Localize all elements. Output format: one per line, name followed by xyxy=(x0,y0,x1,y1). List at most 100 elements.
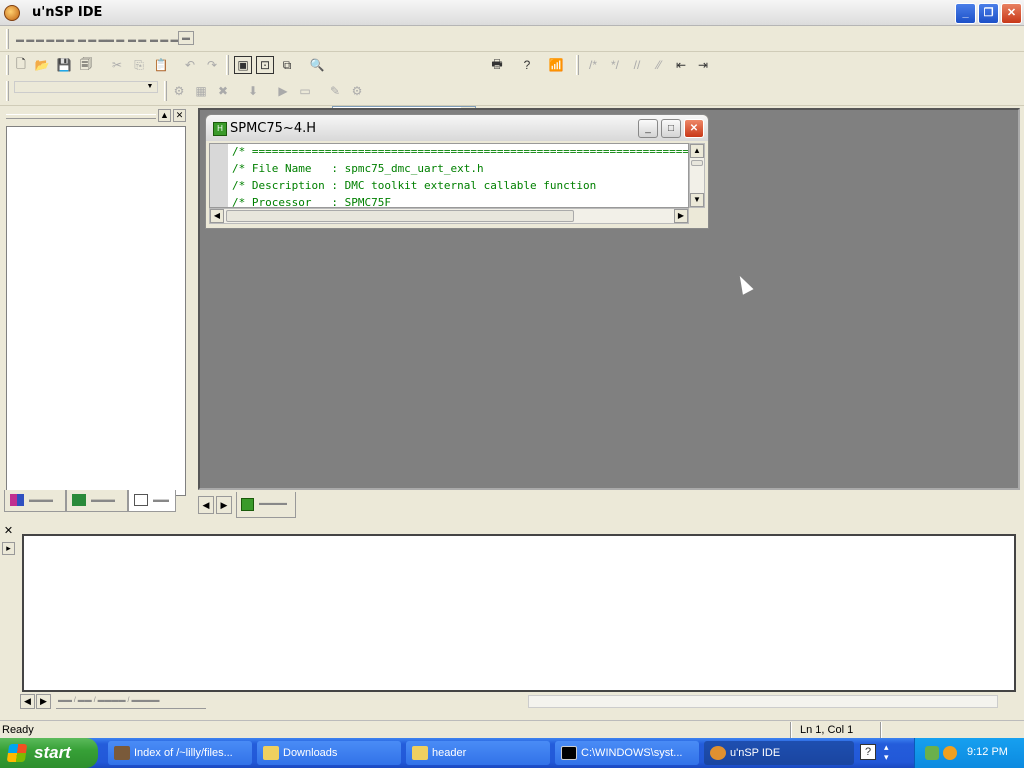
bar-chart-icon[interactable]: 📶 xyxy=(547,56,565,74)
close-button[interactable]: ✕ xyxy=(1001,3,1022,24)
menu-item-2[interactable]: ▬ ▬ xyxy=(36,35,54,44)
menu-item-7[interactable]: ▬ ▬ ▬ xyxy=(150,35,178,44)
panel-grip[interactable] xyxy=(6,114,156,119)
output-grip-icon[interactable]: ▸ xyxy=(2,542,15,555)
minimize-button[interactable]: _ xyxy=(955,3,976,24)
paste-icon[interactable]: 📋 xyxy=(152,56,170,74)
print-icon[interactable]: 🖶 xyxy=(488,56,506,74)
uncomment-icon[interactable]: */ xyxy=(606,56,624,74)
run-icon[interactable]: ▶ xyxy=(274,82,292,100)
editor-close-button[interactable]: ✕ xyxy=(684,119,704,138)
network-icon[interactable] xyxy=(925,746,939,760)
menu-item-8[interactable]: ▬ xyxy=(178,31,194,45)
task-button-browser[interactable]: Index of /~lilly/files... xyxy=(108,741,252,765)
file-view-icon xyxy=(72,494,86,506)
editor-maximize-button[interactable]: □ xyxy=(661,119,681,138)
comment-icon[interactable]: /* xyxy=(584,56,602,74)
status-separator xyxy=(880,722,882,738)
compile-icon[interactable]: ⚙ xyxy=(170,82,188,100)
code-line: /* =====================================… xyxy=(232,145,689,158)
build-toolbar: ▼ ⚙ ▦ ✖ ⬇ ▶ ▭ ✎ ⚙ xyxy=(0,78,1024,106)
toolbar-grip-2[interactable] xyxy=(226,55,229,75)
tab-classview[interactable]: ▬▬▬ xyxy=(4,490,66,512)
stop-build-icon[interactable]: ✖ xyxy=(214,82,232,100)
editor-horizontal-scrollbar[interactable]: ◀ ▶ xyxy=(209,208,689,224)
scroll-right-arrow-icon[interactable]: ▶ xyxy=(674,209,688,223)
tab-spmc75-4-h[interactable]: ▬▬▬▬ xyxy=(236,492,296,518)
new-file-icon[interactable]: 🗋 xyxy=(12,56,30,74)
tab-fileview[interactable]: ▬▬▬ xyxy=(66,490,128,512)
windows-list-icon[interactable]: ⧉ xyxy=(278,56,296,74)
task-button-cmd[interactable]: C:\WINDOWS\syst... xyxy=(555,741,699,765)
class-view-icon xyxy=(10,494,24,506)
horizontal-scroll-thumb[interactable] xyxy=(226,210,574,222)
output-scroll-left-icon[interactable]: ◀ xyxy=(20,694,35,709)
scroll-left-arrow-icon[interactable]: ◀ xyxy=(210,209,224,223)
find-in-files-icon[interactable]: 🔍 xyxy=(308,56,326,74)
toolbar-grip-3[interactable] xyxy=(576,55,579,75)
menu-item-6[interactable]: ▬ ▬ xyxy=(128,35,146,44)
build-icon[interactable]: ▦ xyxy=(192,82,210,100)
output-scroll-right-icon[interactable]: ▶ xyxy=(36,694,51,709)
help-icon[interactable]: ? xyxy=(860,744,876,760)
toolbar-grip-4[interactable] xyxy=(6,81,9,101)
menu-item-4[interactable]: ▬ ▬ ▬ xyxy=(78,35,106,44)
copy-icon[interactable]: ⎘ xyxy=(130,56,148,74)
output-window-icon[interactable]: ⊡ xyxy=(256,56,274,74)
workspace-icon[interactable]: ▣ xyxy=(234,56,252,74)
edit-icon[interactable]: ✎ xyxy=(326,82,344,100)
cut-icon[interactable]: ✂ xyxy=(108,56,126,74)
outdent-icon[interactable]: ⇤ xyxy=(672,56,690,74)
search-icon[interactable] xyxy=(943,746,957,760)
output-close-icon[interactable]: ✕ xyxy=(2,526,15,539)
output-text-area[interactable] xyxy=(22,534,1016,692)
scroll-up-arrow-icon[interactable]: ▲ xyxy=(690,144,704,158)
start-button[interactable]: start xyxy=(0,738,98,768)
clock: 9:12 PM xyxy=(967,746,1008,758)
open-folder-icon[interactable]: 📂 xyxy=(33,56,51,74)
panel-maximize-button[interactable]: ▲ xyxy=(158,109,171,122)
taskbar-scroll-icon[interactable]: ▴ ▾ xyxy=(884,742,889,762)
restore-button[interactable]: ❐ xyxy=(978,3,999,24)
editor-title-bar[interactable]: H SPMC75~4.H _ □ ✕ xyxy=(206,115,708,141)
editor-vertical-scrollbar[interactable]: ▲ ▼ xyxy=(689,143,705,208)
console-icon xyxy=(561,746,577,760)
task-button-downloads[interactable]: Downloads xyxy=(257,741,401,765)
save-all-icon[interactable]: 🗐 xyxy=(77,56,95,74)
output-horizontal-scrollbar[interactable] xyxy=(528,695,998,708)
menu-grip[interactable] xyxy=(6,29,9,49)
settings-icon[interactable]: ⚙ xyxy=(348,82,366,100)
editor-minimize-button[interactable]: _ xyxy=(638,119,658,138)
indent-icon[interactable]: ⇥ xyxy=(694,56,712,74)
scroll-down-arrow-icon[interactable]: ▼ xyxy=(690,193,704,207)
download-icon[interactable]: ⬇ xyxy=(244,82,262,100)
unsp-app-icon xyxy=(710,746,726,760)
editor-window[interactable]: H SPMC75~4.H _ □ ✕ /* ==================… xyxy=(205,114,709,229)
task-button-unsp-ide[interactable]: u'nSP IDE xyxy=(704,741,854,765)
config-combo[interactable]: ▼ xyxy=(14,81,158,93)
menu-item-5[interactable]: ▬ ▬ xyxy=(106,35,124,44)
help-icon[interactable]: ? xyxy=(518,56,536,74)
menu-item-1[interactable]: ▬ ▬ xyxy=(16,35,34,44)
code-editor[interactable]: /* =====================================… xyxy=(209,143,689,208)
line-comment-icon[interactable]: // xyxy=(628,56,646,74)
output-tabs[interactable]: ▬▬ / ▬▬ / ▬▬▬▬ / ▬▬▬▬ xyxy=(56,694,206,709)
workspace-tree[interactable] xyxy=(6,126,186,496)
chevron-down-icon[interactable]: ▼ xyxy=(143,82,157,92)
panel-close-button[interactable]: ✕ xyxy=(173,109,186,122)
toolbar-grip[interactable] xyxy=(6,55,9,75)
save-icon[interactable]: 💾 xyxy=(55,56,73,74)
taskbar: start Index of /~lilly/files... Download… xyxy=(0,738,1024,768)
menu-item-3[interactable]: ▬ ▬ xyxy=(56,35,74,44)
undo-icon[interactable]: ↶ xyxy=(181,56,199,74)
toolbar-grip-5[interactable] xyxy=(164,81,167,101)
tab-scroll-left-icon[interactable]: ◀ xyxy=(198,496,214,514)
ice-icon[interactable]: ▭ xyxy=(296,82,314,100)
redo-icon[interactable]: ↷ xyxy=(203,56,221,74)
tab-infoview[interactable]: ▬▬ xyxy=(128,490,176,512)
tab-scroll-right-icon[interactable]: ▶ xyxy=(216,496,232,514)
line-uncomment-icon[interactable]: ⁄⁄ xyxy=(650,56,668,74)
vertical-scroll-thumb[interactable] xyxy=(691,160,703,166)
app-icon[interactable] xyxy=(4,5,20,21)
task-button-header[interactable]: header xyxy=(406,741,550,765)
